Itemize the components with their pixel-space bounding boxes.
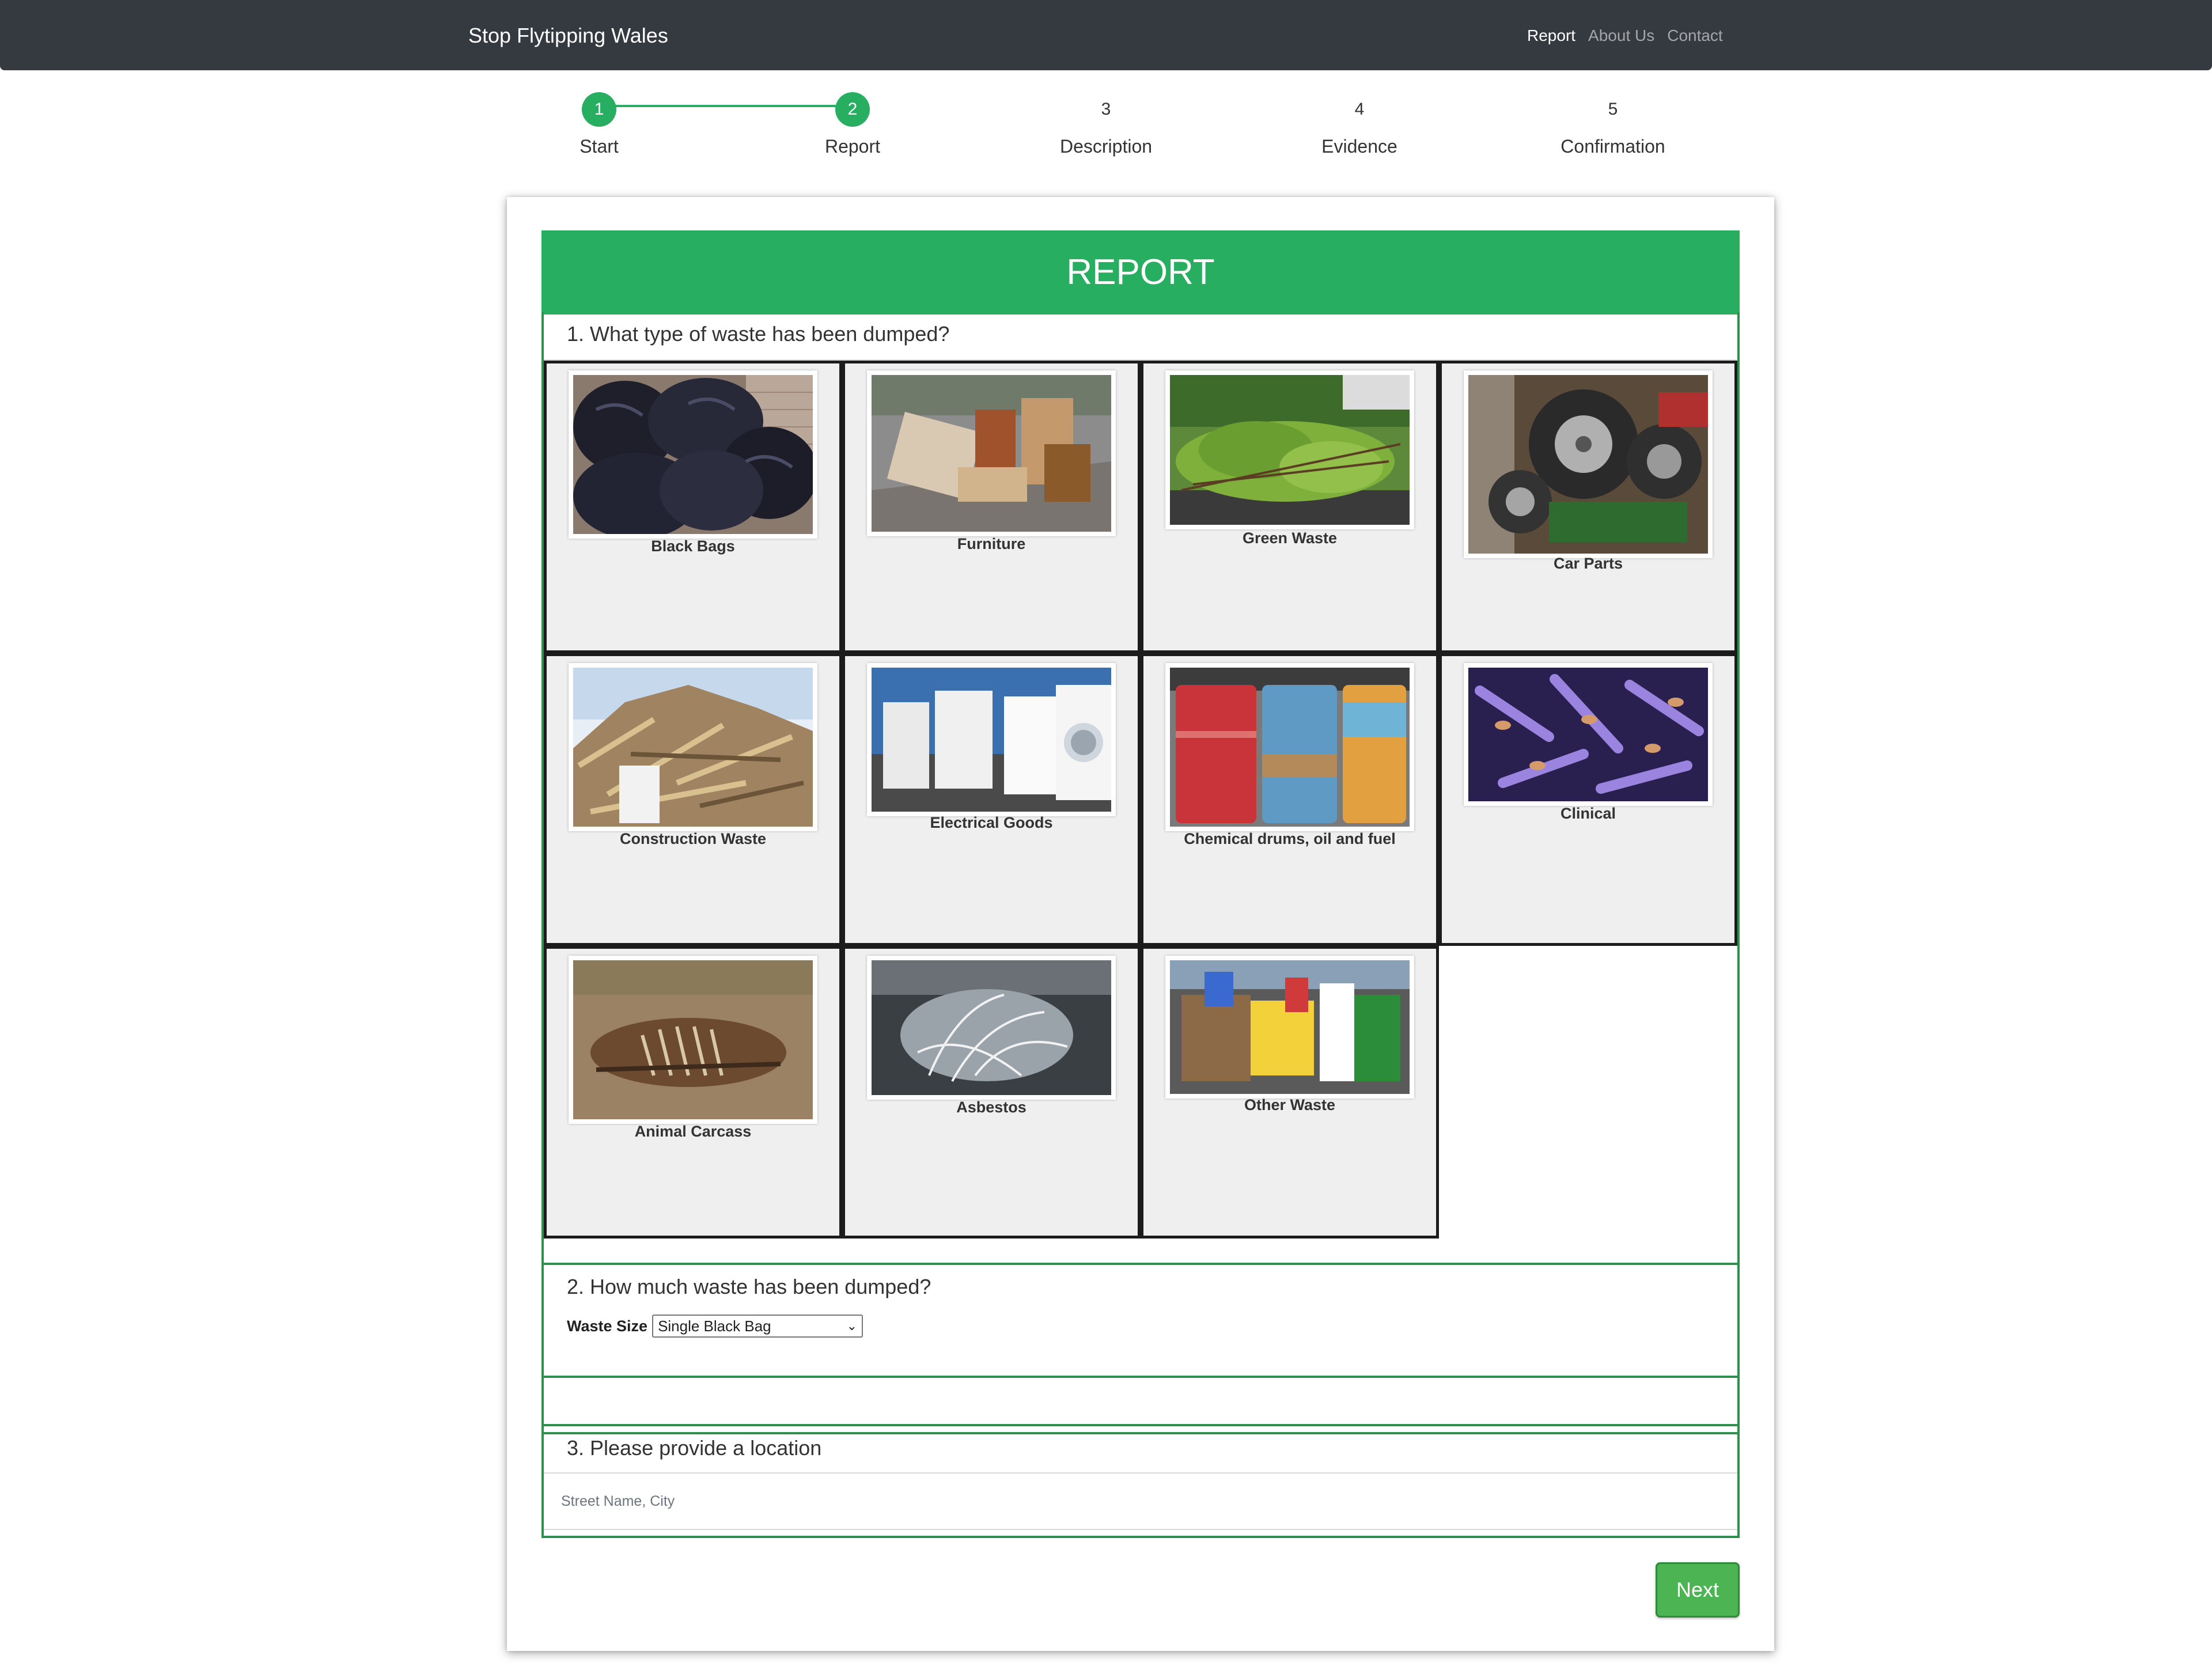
top-navbar: Stop Flytipping Wales Report About Us Co… (0, 0, 2212, 70)
location-question: 3. Please provide a location (567, 1436, 822, 1460)
waste-option-label: Furniture (957, 535, 1026, 552)
waste-option-asbestos[interactable]: Asbestos (842, 946, 1141, 1239)
step-number: 5 (1608, 100, 1618, 119)
waste-option-label: Other Waste (1244, 1096, 1336, 1114)
step-report: 2 Report (760, 92, 945, 158)
other-waste-image (1165, 956, 1414, 1099)
waste-option-label: Clinical (1560, 805, 1616, 822)
waste-option-animal-carcass[interactable]: Animal Carcass (544, 946, 842, 1239)
waste-option-label: Car Parts (1553, 555, 1623, 572)
step-description: 3 Description (1014, 92, 1198, 158)
waste-option-chemical-drums[interactable]: Chemical drums, oil and fuel (1141, 653, 1439, 946)
report-card: REPORT 1. What type of waste has been du… (507, 197, 1774, 1651)
waste-option-black-bags[interactable]: Black Bags (544, 361, 842, 653)
step-label: Confirmation (1560, 136, 1665, 157)
black-bags-image (569, 370, 817, 539)
step-confirmation: 5 Confirmation (1521, 92, 1705, 158)
nav-links: Report About Us Contact (1527, 25, 1723, 46)
asbestos-image (867, 956, 1116, 1100)
chevron-down-icon: ⌄ (846, 1319, 858, 1333)
waste-size-row: Waste Size Single Black Bag ⌄ (567, 1315, 863, 1338)
waste-option-clinical[interactable]: Clinical (1439, 653, 1737, 946)
waste-option-label: Construction Waste (619, 830, 766, 847)
step-label: Start (579, 136, 619, 157)
step-label: Description (1059, 136, 1153, 157)
waste-size-selected-value: Single Black Bag (658, 1317, 771, 1335)
waste-option-green-waste[interactable]: Green Waste (1141, 361, 1439, 653)
waste-option-label: Chemical drums, oil and fuel (1184, 830, 1396, 847)
waste-option-label: Animal Carcass (634, 1123, 752, 1140)
clinical-image (1464, 663, 1713, 806)
waste-option-construction-waste[interactable]: Construction Waste (544, 653, 842, 946)
electrical-goods-image (867, 663, 1116, 816)
location-input[interactable]: Street Name, City (544, 1472, 1737, 1530)
waste-option-other-waste[interactable]: Other Waste (1141, 946, 1439, 1239)
step-number: 2 (835, 92, 870, 127)
nav-link-about-us[interactable]: About Us (1588, 25, 1654, 46)
waste-amount-section: 2. How much waste has been dumped? Waste… (541, 1263, 1740, 1378)
waste-size-select[interactable]: Single Black Bag ⌄ (652, 1315, 863, 1338)
brand-title[interactable]: Stop Flytipping Wales (468, 23, 668, 48)
waste-option-label: Black Bags (651, 537, 735, 555)
step-number: 3 (1101, 100, 1111, 119)
waste-size-label: Waste Size (567, 1317, 648, 1335)
waste-option-furniture[interactable]: Furniture (842, 361, 1141, 653)
step-number: 4 (1354, 100, 1365, 119)
waste-amount-question: 2. How much waste has been dumped? (567, 1275, 931, 1298)
location-section: 3. Please provide a location Street Name… (541, 1424, 1740, 1538)
waste-option-electrical-goods[interactable]: Electrical Goods (842, 653, 1141, 946)
chemical-drums-image (1165, 663, 1414, 831)
step-label: Evidence (1321, 136, 1397, 157)
furniture-image (867, 370, 1116, 536)
waste-option-label: Green Waste (1242, 529, 1338, 547)
report-heading: REPORT (541, 230, 1740, 315)
animal-carcass-image (569, 956, 817, 1124)
waste-option-label: Asbestos (956, 1099, 1027, 1116)
green-waste-image (1165, 370, 1414, 529)
nav-link-report[interactable]: Report (1527, 25, 1575, 46)
waste-type-question: 1. What type of waste has been dumped? (567, 322, 950, 346)
waste-option-label: Electrical Goods (930, 814, 1053, 831)
car-parts-image (1464, 370, 1713, 558)
step-start: 1 Start (507, 92, 691, 158)
waste-option-car-parts[interactable]: Car Parts (1439, 361, 1737, 653)
next-button[interactable]: Next (1656, 1562, 1740, 1618)
progress-stepper: 1 Start 2 Report 3 Description 4 Evidenc… (0, 92, 2212, 161)
waste-type-grid: Black Bags Furniture Green Waste Car Par… (544, 361, 1737, 1239)
step-evidence: 4 Evidence (1267, 92, 1452, 158)
nav-link-contact[interactable]: Contact (1667, 25, 1723, 46)
step-label: Report (824, 136, 881, 157)
construction-waste-image (569, 663, 817, 831)
step-number: 1 (582, 92, 616, 127)
